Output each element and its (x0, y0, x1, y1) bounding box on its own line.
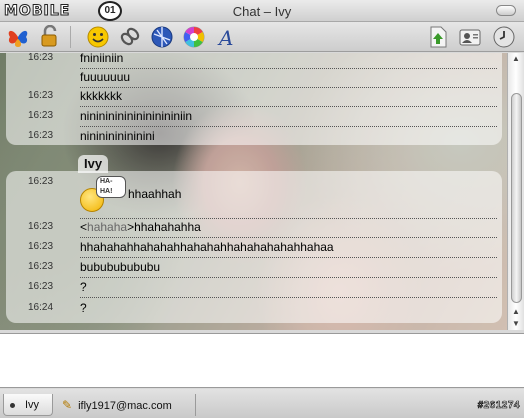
smiley-icon[interactable] (86, 25, 110, 49)
font-icon[interactable]: A (214, 25, 238, 49)
message-text: bubububububu (80, 260, 161, 274)
tab-label: ifly1917@mac.com (78, 400, 172, 412)
message-row: 16:23 ? (0, 278, 507, 298)
message-time: 16:23 (28, 110, 54, 121)
history-clock-icon[interactable] (492, 25, 516, 49)
tab-bar: Ivy ✎ ifly1917@mac.com #261274 (0, 389, 524, 418)
message-row: 16:23 hhahahahhahahahhahahahhahahahahahh… (0, 238, 507, 258)
scroll-down-arrow-icon[interactable]: ▼ (512, 319, 520, 328)
message-row: 16:23 <hahaha>hhahahahha (0, 218, 507, 238)
svg-text:A: A (217, 26, 233, 49)
chat-transcript[interactable]: 16:23 fniniiniin fuuuuuuu 16:23 kkkkkkk … (0, 53, 507, 330)
message-text: fniniiniin (80, 53, 124, 65)
message-row: 16:23 kkkkkkk (0, 87, 507, 107)
send-file-icon[interactable] (426, 25, 450, 49)
message-time: 16:23 (28, 221, 54, 232)
message-row: 16:23 bubububububu (0, 258, 507, 278)
watermark-id: #261274 (477, 400, 520, 412)
globe-icon[interactable] (150, 25, 174, 49)
message-text: fuuuuuuu (80, 70, 131, 84)
toolbar: A (0, 22, 524, 52)
tab-label: Ivy (25, 399, 40, 411)
profile-card-icon[interactable] (458, 25, 482, 49)
tab-ivy[interactable]: Ivy (3, 394, 53, 416)
message-row: 16:23 fniniiniin (0, 53, 507, 69)
window-title: Chat – Ivy (232, 4, 292, 19)
text-fragment: < (80, 220, 88, 234)
message-row: 16:24 ? (0, 299, 507, 319)
message-time: 16:24 (28, 302, 54, 313)
message-divider (80, 297, 497, 298)
message-time: 16:23 (28, 261, 54, 272)
message-text: ? (80, 301, 87, 315)
message-time: 16:23 (28, 53, 54, 63)
scrollbar-thumb[interactable] (511, 93, 522, 303)
pencil-icon: ✎ (62, 398, 73, 412)
message-time: 16:23 (28, 90, 54, 101)
active-dot-icon (10, 402, 15, 408)
message-time: 16:23 (28, 130, 54, 141)
message-text: nininininininininininiin (80, 109, 193, 123)
message-time: 16:23 (28, 241, 54, 252)
message-time: 16:23 (28, 281, 54, 292)
message-text: nininininininini (80, 129, 155, 143)
scroll-up-arrow-icon[interactable]: ▲ (512, 54, 520, 63)
message-text: <hahaha>hhahahahha (80, 220, 201, 234)
message-time: 16:23 (28, 176, 54, 187)
message-row: 16:23 nininininininini (0, 127, 507, 147)
title-bar: MOBILE 01 Chat – Ivy (0, 0, 524, 22)
message-row: 16:23 nininininininininininiin (0, 107, 507, 127)
message-input[interactable] (0, 333, 524, 388)
emoticon-speech-bubble: HA-HA! (96, 176, 126, 198)
toolbar-separator (70, 26, 71, 48)
highlighted-text[interactable]: hahaha (87, 220, 127, 234)
message-text: ? (80, 280, 87, 294)
message-divider-row (0, 199, 507, 219)
color-wheel-icon[interactable] (182, 25, 206, 49)
message-text: kkkkkkk (80, 89, 122, 103)
chat-scrollbar[interactable]: ▲ ▲ ▼ (507, 53, 524, 330)
tab-ifly1917[interactable]: ✎ ifly1917@mac.com (56, 394, 196, 416)
message-text: hhahahahhahahahhahahahhahahahahahhahaa (80, 240, 334, 254)
scroll-up-arrow-icon[interactable]: ▲ (512, 307, 520, 316)
text-fragment: >hhahahahha (127, 220, 201, 234)
lock-icon[interactable] (38, 25, 62, 49)
toolbar-toggle-button[interactable] (496, 5, 516, 16)
buddy-butterfly-icon[interactable] (6, 25, 30, 49)
message-row: fuuuuuuu (0, 68, 507, 88)
link-icon[interactable] (118, 25, 142, 49)
